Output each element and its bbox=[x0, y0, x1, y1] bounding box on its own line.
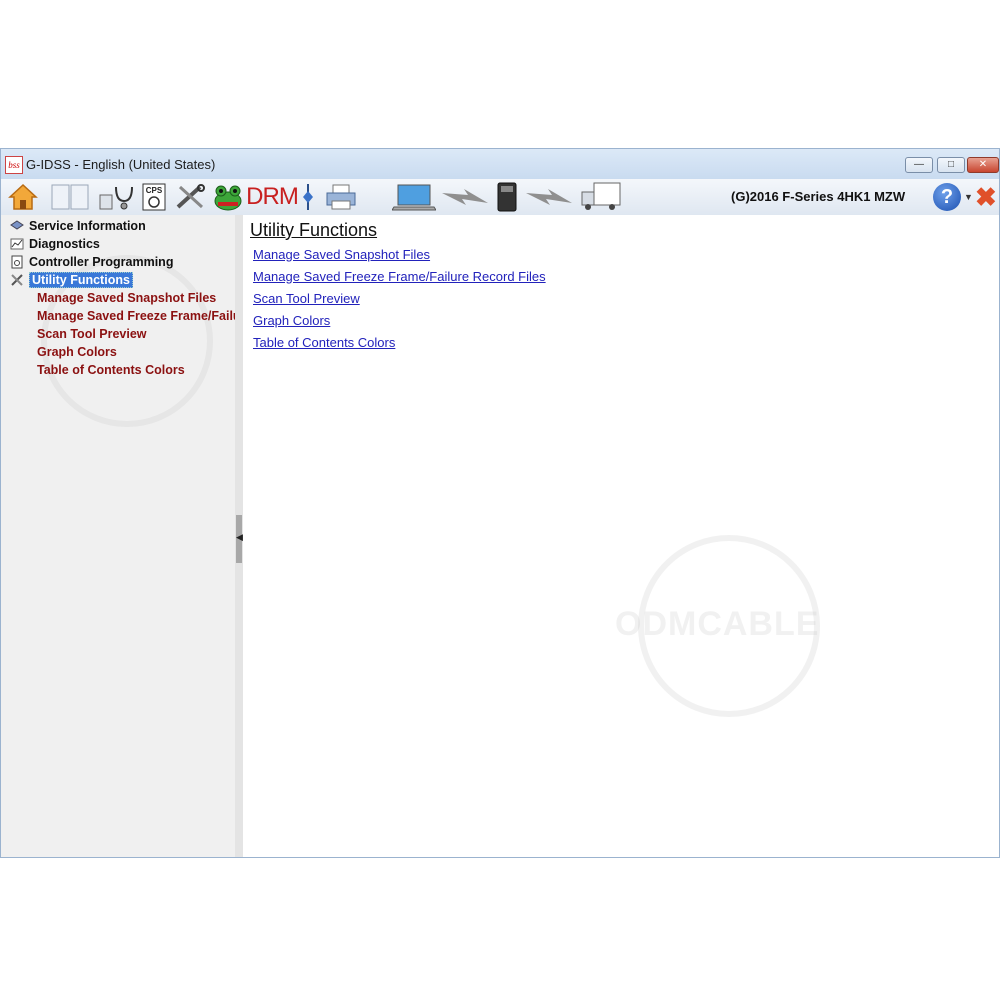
tree-subitem-freeze-frame-files[interactable]: Manage Saved Freeze Frame/Failure Record… bbox=[37, 309, 235, 323]
tree-item-label: Diagnostics bbox=[29, 237, 100, 251]
tree-item-label: Utility Functions bbox=[29, 272, 133, 288]
link-scan-tool-preview[interactable]: Scan Tool Preview bbox=[253, 291, 360, 306]
document-icon bbox=[9, 255, 25, 269]
drm-label: DRM bbox=[246, 183, 299, 210]
page-title: Utility Functions bbox=[250, 220, 378, 240]
scan-tool-icon bbox=[497, 182, 517, 212]
chevron-down-icon[interactable]: ▼ bbox=[964, 192, 973, 202]
lightning-icon bbox=[442, 189, 488, 205]
lightning-icon bbox=[526, 189, 572, 205]
tools-icon bbox=[176, 184, 205, 209]
laptop-button[interactable] bbox=[391, 182, 437, 212]
tree-subitem-toc-colors[interactable]: Table of Contents Colors bbox=[37, 363, 235, 377]
print-button[interactable] bbox=[323, 182, 359, 212]
laptop-icon bbox=[392, 184, 436, 211]
connector-icon bbox=[303, 184, 313, 210]
frog-button[interactable] bbox=[211, 182, 245, 212]
tree-item-diagnostics[interactable]: Diagnostics bbox=[9, 235, 100, 253]
vehicle-info: (G)2016 F-Series 4HK1 MZW bbox=[731, 189, 906, 204]
toolbar: CPS DRM (G)2016 F-Series 4HK1 MZW ? ▼ ✖ bbox=[1, 179, 999, 216]
tree-subitem-snapshot-files[interactable]: Manage Saved Snapshot Files bbox=[37, 291, 235, 305]
watermark-text: ODMCABLE bbox=[615, 605, 820, 643]
tree-item-utility-functions[interactable]: Utility Functions bbox=[9, 271, 133, 289]
title-bar[interactable]: bss G-IDSS - English (United States) — □… bbox=[1, 149, 999, 179]
help-button[interactable]: ? bbox=[933, 183, 961, 211]
stethoscope-icon bbox=[99, 186, 133, 210]
application-window: bss G-IDSS - English (United States) — □… bbox=[0, 148, 1000, 858]
tree-item-label: Service Information bbox=[29, 219, 146, 233]
diagnostics-button[interactable] bbox=[97, 182, 137, 212]
maximize-button[interactable]: □ bbox=[937, 157, 965, 173]
main-content: ODMCABLE Utility Functions Manage Saved … bbox=[243, 215, 999, 857]
link-graph-colors[interactable]: Graph Colors bbox=[253, 313, 330, 328]
link-snapshot-files[interactable]: Manage Saved Snapshot Files bbox=[253, 247, 430, 262]
window-title: G-IDSS - English (United States) bbox=[26, 157, 216, 172]
tools-icon bbox=[9, 273, 25, 287]
link-toc-colors[interactable]: Table of Contents Colors bbox=[253, 335, 395, 350]
truck-icon bbox=[581, 182, 621, 210]
link2-button[interactable] bbox=[523, 182, 575, 212]
drm-button[interactable]: DRM bbox=[246, 182, 299, 212]
layers-icon bbox=[9, 219, 25, 233]
chart-icon bbox=[9, 237, 25, 251]
printer-icon bbox=[326, 184, 356, 210]
tree-subitem-graph-colors[interactable]: Graph Colors bbox=[37, 345, 235, 359]
device-button[interactable] bbox=[495, 182, 519, 212]
utility-button[interactable] bbox=[173, 182, 207, 212]
tree-item-controller-programming[interactable]: Controller Programming bbox=[9, 253, 173, 271]
tree-subitem-scan-tool-preview[interactable]: Scan Tool Preview bbox=[37, 327, 235, 341]
help-icon: ? bbox=[940, 186, 954, 208]
truck-button[interactable] bbox=[579, 182, 623, 212]
tree-item-service-information[interactable]: Service Information bbox=[9, 217, 146, 235]
book-icon bbox=[51, 184, 89, 210]
close-button[interactable]: ✕ bbox=[967, 157, 999, 173]
tree-item-label: Controller Programming bbox=[29, 255, 174, 269]
exit-button[interactable]: ✖ bbox=[975, 183, 997, 211]
navigation-tree: Service Information Diagnostics Controll… bbox=[1, 215, 235, 857]
book-button[interactable] bbox=[49, 182, 91, 212]
link1-button[interactable] bbox=[439, 182, 491, 212]
app-icon: bss bbox=[5, 156, 23, 174]
frog-icon bbox=[214, 185, 242, 211]
minimize-button[interactable]: — bbox=[905, 157, 933, 173]
connector-button[interactable] bbox=[299, 182, 317, 212]
home-button[interactable] bbox=[7, 182, 39, 212]
svg-text:CPS: CPS bbox=[146, 186, 163, 195]
cps-button[interactable]: CPS bbox=[141, 182, 167, 212]
cps-icon: CPS bbox=[142, 183, 166, 211]
home-icon bbox=[8, 183, 38, 210]
link-freeze-frame-files[interactable]: Manage Saved Freeze Frame/Failure Record… bbox=[253, 269, 546, 284]
collapse-arrow-icon[interactable]: ◀ bbox=[236, 532, 243, 543]
